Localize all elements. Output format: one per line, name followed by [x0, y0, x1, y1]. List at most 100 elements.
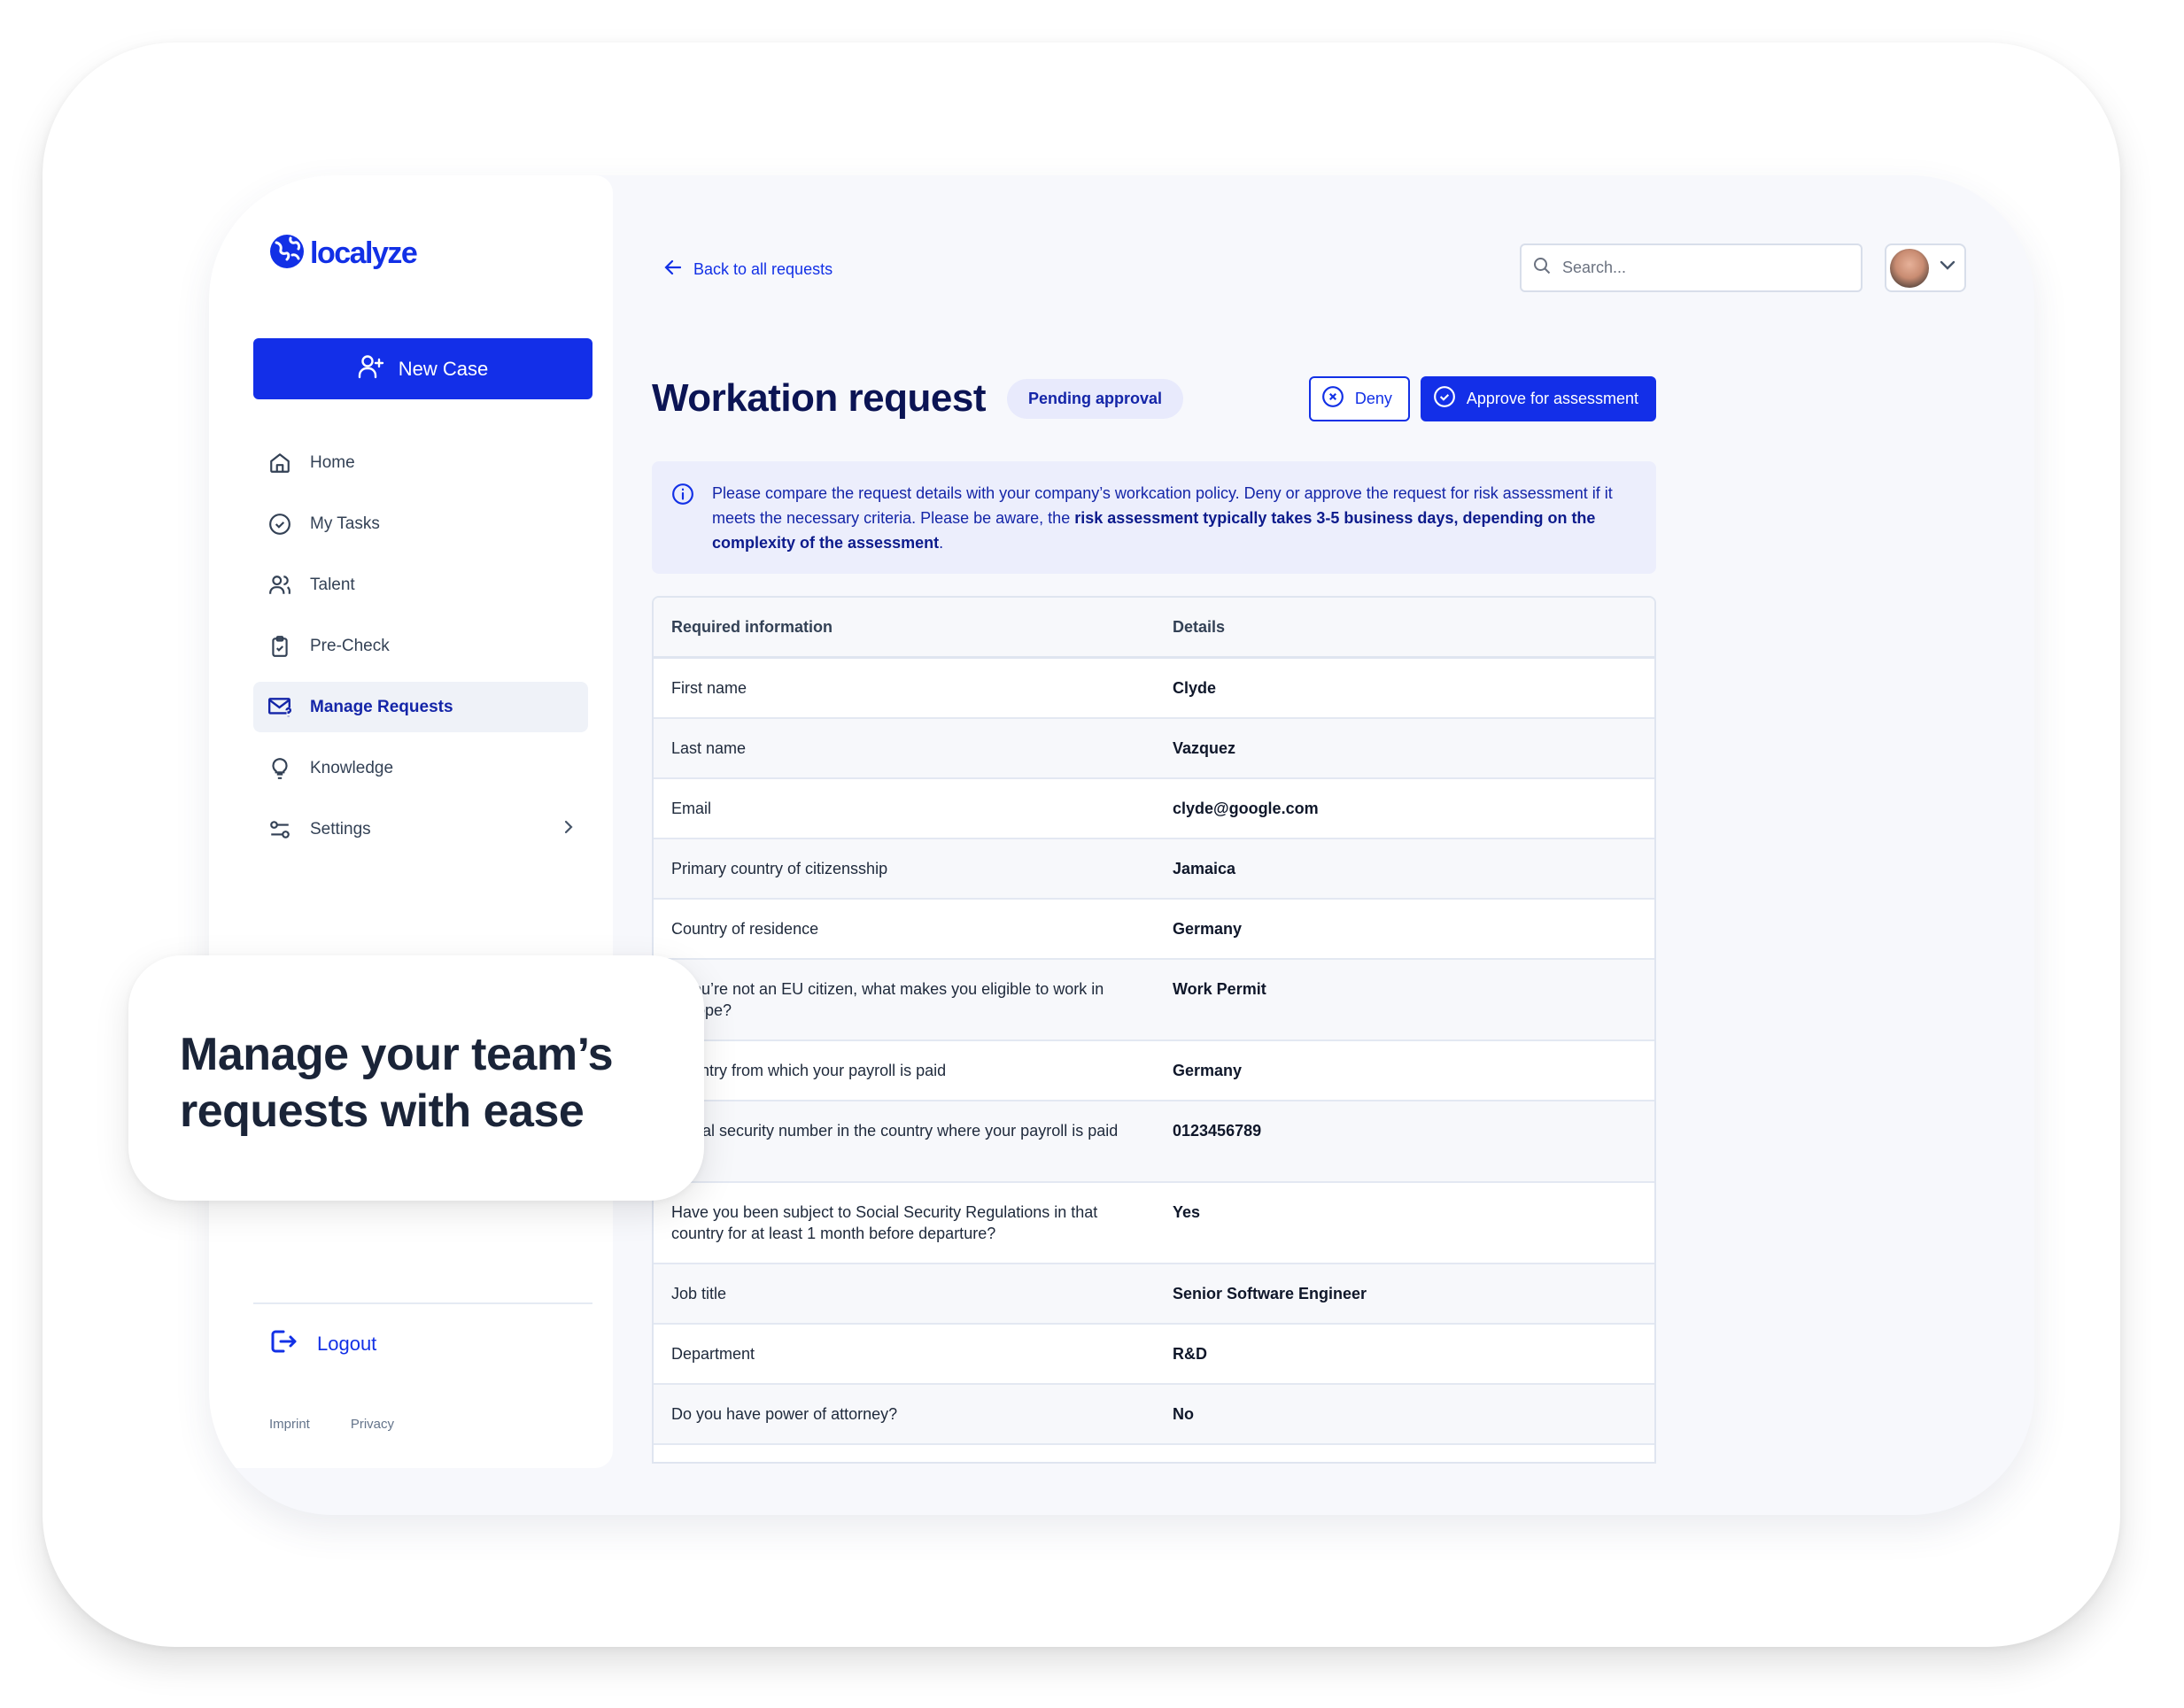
- search-box[interactable]: [1520, 243, 1863, 292]
- chevron-down-icon: [1938, 259, 1957, 277]
- row-label: First name: [671, 679, 747, 697]
- new-case-label: New Case: [398, 357, 489, 380]
- search-icon: [1532, 256, 1552, 280]
- row-value: Yes: [1173, 1203, 1201, 1221]
- row-value: Clyde: [1173, 679, 1217, 697]
- status-badge: Pending approval: [1006, 378, 1184, 419]
- sidebar-item-label: Home: [310, 452, 355, 472]
- sidebar-item-label: Manage Requests: [310, 697, 453, 716]
- approve-button[interactable]: Approve for assessment: [1420, 375, 1656, 421]
- table-row: Last name Vazquez: [654, 719, 1654, 779]
- table-row: Email clyde@google.com: [654, 779, 1654, 839]
- user-menu-button[interactable]: [1885, 243, 1966, 292]
- footer-links: Imprint Privacy: [269, 1417, 394, 1432]
- table-row: Primary country of citizensship Jamaica: [654, 839, 1654, 900]
- mail-question-icon: [267, 695, 292, 720]
- sidebar-item-label: Settings: [310, 819, 371, 839]
- app-window: localyze New Case Home My Tasks Talent P…: [209, 175, 2034, 1515]
- row-label: Last name: [671, 739, 747, 757]
- sidebar-item-home[interactable]: Home: [253, 437, 588, 488]
- back-link-label: Back to all requests: [693, 260, 833, 278]
- sidebar-item-knowledge[interactable]: Knowledge: [253, 743, 588, 793]
- logo[interactable]: localyze: [269, 234, 418, 274]
- deny-button[interactable]: Deny: [1308, 375, 1410, 421]
- table-row: Country from which your payroll is paid G…: [654, 1041, 1654, 1101]
- row-label: Department: [671, 1345, 755, 1363]
- table-header: Required information Details: [654, 598, 1654, 659]
- privacy-link[interactable]: Privacy: [351, 1417, 394, 1432]
- row-label: Country from which your payroll is paid: [671, 1062, 947, 1079]
- logout-label: Logout: [317, 1333, 377, 1355]
- logo-text: localyze: [310, 236, 418, 270]
- avatar: [1890, 248, 1929, 288]
- row-label: Email: [671, 800, 712, 817]
- sidebar-nav: Home My Tasks Talent Pre-Check Manage Re…: [253, 437, 588, 865]
- main-content: Back to all requests Workation request P…: [613, 175, 2034, 1515]
- table-row: Social security number in the country wh…: [654, 1101, 1654, 1183]
- home-icon: [267, 451, 292, 475]
- table-row: First name Clyde: [654, 659, 1654, 719]
- row-label: Have you been subject to Social Security…: [671, 1203, 1098, 1242]
- table-row: If you’re not an EU citizen, what makes …: [654, 960, 1654, 1041]
- check-circle-icon: [267, 512, 292, 537]
- approve-label: Approve for assessment: [1466, 389, 1638, 407]
- row-value: Senior Software Engineer: [1173, 1285, 1367, 1302]
- row-value: Vazquez: [1173, 739, 1236, 757]
- row-label: If you’re not an EU citizen, what makes …: [671, 980, 1104, 1019]
- globe-logo-icon: [269, 234, 305, 274]
- table-row: Have you been subject to Social Security…: [654, 1183, 1654, 1264]
- deny-label: Deny: [1354, 389, 1392, 407]
- row-label: Primary country of citizensship: [671, 860, 888, 877]
- back-link[interactable]: Back to all requests: [663, 258, 833, 282]
- row-value: Germany: [1173, 1062, 1243, 1079]
- sidebar-item-label: Pre-Check: [310, 636, 390, 655]
- table-row: Country of residence Germany: [654, 900, 1654, 960]
- row-value: Jamaica: [1173, 860, 1236, 877]
- page-title: Workation request: [652, 376, 986, 420]
- check-circle-icon: [1433, 385, 1456, 413]
- x-circle-icon: [1321, 385, 1344, 413]
- sidebar-divider: [253, 1302, 592, 1304]
- promo-card: Manage your team’s requests with ease: [128, 955, 704, 1201]
- info-icon: [671, 483, 694, 513]
- table-row: Do you have power of attorney? No: [654, 1385, 1654, 1445]
- sidebar-item-label: Knowledge: [310, 758, 394, 777]
- imprint-link[interactable]: Imprint: [269, 1417, 310, 1432]
- sidebar-item-my-tasks[interactable]: My Tasks: [253, 498, 588, 549]
- sidebar-item-manage-requests[interactable]: Manage Requests: [253, 682, 588, 732]
- table-row: Job title Senior Software Engineer: [654, 1264, 1654, 1325]
- new-case-button[interactable]: New Case: [253, 338, 592, 399]
- sidebar-item-label: My Tasks: [310, 514, 380, 533]
- sliders-icon: [267, 817, 292, 842]
- search-input[interactable]: [1562, 259, 1846, 277]
- users-icon: [267, 573, 292, 598]
- column-header-required-information: Required information: [671, 618, 833, 636]
- row-value: R&D: [1173, 1345, 1207, 1363]
- row-value: clyde@google.com: [1173, 800, 1319, 817]
- arrow-left-icon: [663, 258, 683, 282]
- chevron-right-icon[interactable]: [561, 817, 576, 842]
- sidebar-item-settings[interactable]: Settings: [253, 804, 588, 854]
- row-value: No: [1173, 1405, 1194, 1423]
- action-buttons: Deny Approve for assessment: [1308, 375, 1656, 421]
- row-label: Do you have power of attorney?: [671, 1405, 898, 1423]
- logout-button[interactable]: Logout: [269, 1328, 376, 1360]
- promo-headline: Manage your team’s requests with ease: [180, 1029, 614, 1137]
- row-label: Social security number in the country wh…: [671, 1122, 1119, 1161]
- logout-icon: [269, 1328, 298, 1360]
- clipboard-check-icon: [267, 634, 292, 659]
- row-value: Germany: [1173, 920, 1243, 938]
- lightbulb-icon: [267, 756, 292, 781]
- request-details-table: Required information Details First name C…: [652, 596, 1656, 1464]
- sidebar-item-talent[interactable]: Talent: [253, 560, 588, 610]
- row-label: Job title: [671, 1285, 727, 1302]
- row-label: Country of residence: [671, 920, 819, 938]
- sidebar-item-pre-check[interactable]: Pre-Check: [253, 621, 588, 671]
- sidebar-item-label: Talent: [310, 575, 355, 594]
- user-plus-icon: [358, 354, 384, 384]
- table-row: Department R&D: [654, 1325, 1654, 1385]
- row-value: Work Permit: [1173, 980, 1266, 998]
- info-banner: Please compare the request details with …: [652, 461, 1656, 574]
- row-value: 0123456789: [1173, 1122, 1262, 1140]
- sidebar: localyze New Case Home My Tasks Talent P…: [209, 175, 613, 1468]
